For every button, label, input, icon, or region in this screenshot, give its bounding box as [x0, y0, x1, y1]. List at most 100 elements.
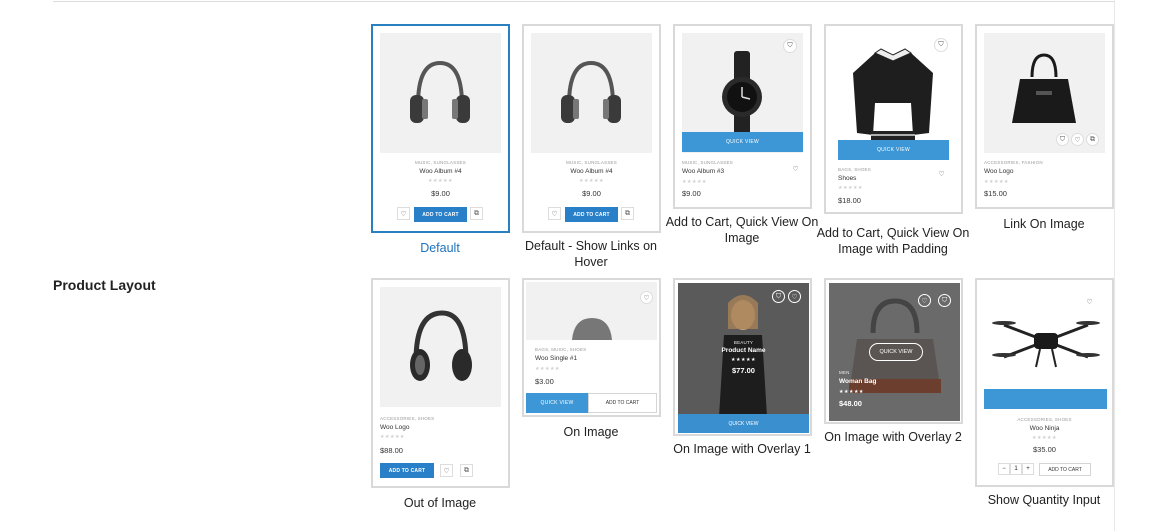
cart-icon: ⛉ — [783, 39, 797, 53]
add-to-cart-button: ADD TO CART — [565, 207, 618, 222]
product-price: $18.00 — [838, 196, 861, 205]
product-price: $9.00 — [582, 189, 601, 198]
layout-preview-card: ⛉ QUICK VIEW BAGS, SHOES Shoes ♡ ★★★★★ $… — [824, 24, 963, 214]
product-image — [380, 287, 501, 407]
product-rating: ★★★★★ — [1032, 435, 1057, 441]
wishlist-icon: ♡ — [788, 290, 801, 303]
wishlist-icon: ♡ — [1083, 295, 1096, 308]
wishlist-icon: ♡ — [397, 207, 410, 220]
product-category: MUSIC, SUNGLASSES — [682, 160, 733, 165]
option-label: On Image with Overlay 1 — [673, 442, 811, 456]
product-rating: ★★★★★ — [682, 179, 707, 185]
cart-icon: ⛉ — [938, 294, 951, 307]
wishlist-icon: ♡ — [918, 294, 931, 307]
product-layout-label: Product Layout — [53, 277, 156, 293]
quick-view-button: QUICK VIEW — [838, 140, 949, 160]
layout-preview-card: ⛉ ♡ BEAUTY Product Name ★★★★★ $77.00 QUI… — [673, 278, 812, 436]
add-to-cart-button: ADD TO CART — [588, 393, 657, 413]
layout-preview-card: ♡ ⛉ QUICK VIEW MEN Woman Bag ★★★★★ $48.0… — [824, 278, 963, 424]
quick-view-button: QUICK VIEW — [682, 132, 803, 152]
layout-preview-card: MUSIC, SUNGLASSES Woo Album #4 ★★★★★ $9.… — [371, 24, 510, 233]
quantity-input: 1 — [1010, 463, 1022, 475]
option-label: Add to Cart, Quick View On Image — [665, 215, 819, 245]
layout-preview-card: ACCESSORIES, SHOES Woo Logo ★★★★★ $88.00… — [371, 278, 510, 488]
product-price: $88.00 — [380, 446, 403, 455]
product-rating: ★★★★★ — [380, 434, 405, 440]
quick-view-button: QUICK VIEW — [526, 393, 588, 413]
product-rating: ★★★★★ — [984, 179, 1009, 185]
product-price: $77.00 — [732, 366, 755, 375]
cart-icon: ⛉ — [772, 290, 785, 303]
product-image — [380, 33, 501, 153]
product-name: Woo Single #1 — [535, 355, 578, 362]
add-to-cart-button: ADD TO CART — [1039, 463, 1091, 476]
product-category: BEAUTY — [733, 340, 754, 345]
product-name: Woo Album #3 — [682, 168, 725, 175]
option-label: Out of Image — [403, 496, 477, 510]
product-image — [531, 33, 652, 153]
product-price: $48.00 — [839, 399, 862, 408]
product-name: Woo Logo — [984, 168, 1014, 175]
product-name: Woo Logo — [380, 424, 410, 431]
headphones-image — [561, 60, 621, 123]
cart-icon: ⛉ — [934, 38, 948, 52]
product-rating: ★★★★★ — [838, 185, 863, 191]
add-to-cart-button: ADD TO CART — [380, 463, 434, 478]
wishlist-icon: ♡ — [548, 207, 561, 220]
option-label: On Image — [563, 425, 619, 439]
product-price: $9.00 — [682, 189, 701, 198]
product-category: ACCESSORIES, SHOES — [1017, 417, 1072, 422]
product-category: BAGS, MUSIC, SHOES — [535, 347, 587, 352]
product-image: ⛉ ♡ BEAUTY Product Name ★★★★★ $77.00 QUI… — [678, 283, 809, 433]
product-category: ACCESSORIES, FASHION — [984, 160, 1043, 165]
product-category: MUSIC, SUNGLASSES — [566, 160, 617, 165]
wishlist-icon: ♡ — [440, 464, 453, 477]
layout-preview-card: ⛉ ♡ ⧉ ACCESSORIES, FASHION Woo Logo ★★★★… — [975, 24, 1114, 209]
quick-view-button — [984, 389, 1107, 409]
product-rating: ★★★★★ — [535, 366, 560, 372]
option-label: Show Quantity Input — [987, 493, 1101, 507]
top-divider — [53, 1, 1114, 2]
product-name: Product Name — [721, 347, 766, 354]
headphones-image — [410, 60, 470, 123]
quick-view-button: QUICK VIEW — [678, 414, 809, 433]
quick-view-button: QUICK VIEW — [869, 343, 923, 361]
hat-image — [572, 318, 612, 340]
product-rating: ★★★★★ — [579, 178, 604, 184]
product-category: MEN — [839, 370, 850, 375]
product-rating: ★★★★★ — [839, 389, 864, 395]
wishlist-icon: ♡ — [640, 291, 653, 304]
wishlist-icon: ♡ — [789, 162, 802, 175]
product-rating: ★★★★★ — [428, 178, 453, 184]
product-name: Woman Bag — [839, 378, 877, 385]
quantity-minus-button: − — [998, 463, 1010, 475]
headphones-image — [410, 310, 472, 381]
product-rating: ★★★★★ — [731, 357, 756, 363]
quantity-plus-button: + — [1022, 463, 1034, 475]
layout-preview-card: ♡ BAGS, MUSIC, SHOES Woo Single #1 ★★★★★… — [522, 278, 661, 417]
product-category: MUSIC, SUNGLASSES — [415, 160, 466, 165]
product-image: ⛉ QUICK VIEW — [682, 33, 803, 153]
product-name: Shoes — [838, 175, 857, 182]
layout-preview-card: ⛉ QUICK VIEW MUSIC, SUNGLASSES Woo Album… — [673, 24, 812, 209]
panel-edge — [1114, 0, 1115, 531]
layout-preview-card: ♡ ACCESSORIES, SHOES Woo Ninja ★★★★★ $35… — [975, 278, 1114, 487]
product-image: ♡ — [984, 287, 1107, 415]
wishlist-icon: ♡ — [1071, 133, 1084, 146]
product-name: Woo Album #4 — [419, 168, 462, 175]
external-link-icon: ⧉ — [470, 207, 483, 220]
external-link-icon: ⧉ — [460, 464, 473, 477]
option-label: Add to Cart, Quick View On Image with Pa… — [816, 226, 970, 256]
external-link-icon: ⧉ — [1086, 133, 1099, 146]
option-label: Default — [420, 241, 460, 255]
option-label: On Image with Overlay 2 — [824, 430, 962, 444]
product-price: $35.00 — [1033, 445, 1056, 454]
add-to-cart-button: ADD TO CART — [414, 207, 467, 222]
layout-preview-card: MUSIC, SUNGLASSES Woo Album #4 ★★★★★ $9.… — [522, 24, 661, 233]
cart-icon: ⛉ — [1056, 133, 1069, 146]
option-label: Default - Show Links on Hover — [524, 239, 657, 269]
product-image: ⛉ ♡ ⧉ — [984, 33, 1105, 153]
product-name: Woo Album #4 — [570, 168, 613, 175]
product-price: $15.00 — [984, 189, 1007, 198]
external-link-icon: ⧉ — [621, 207, 634, 220]
